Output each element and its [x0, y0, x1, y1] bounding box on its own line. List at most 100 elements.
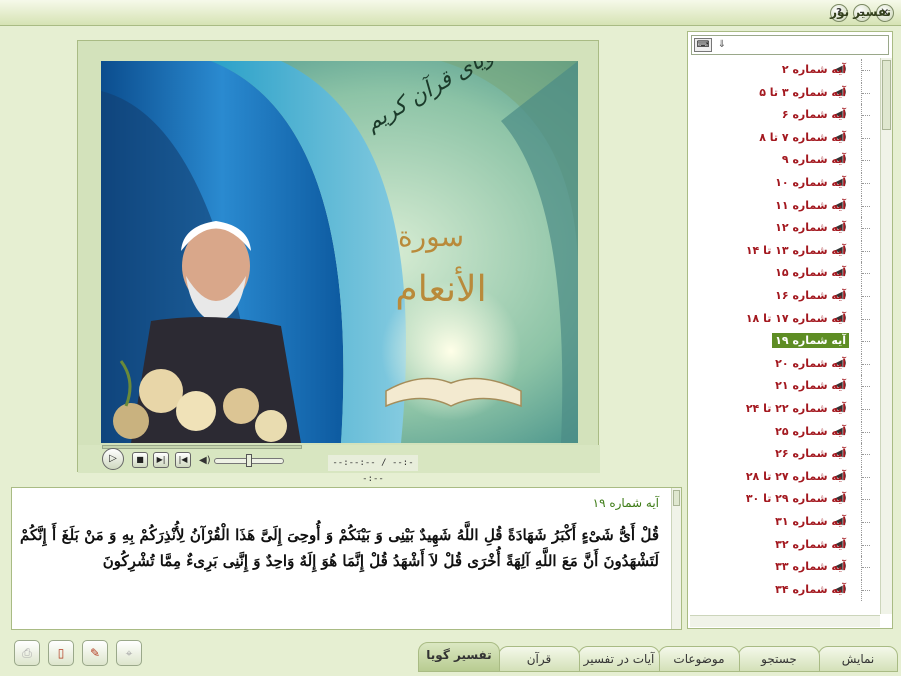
- verse-list-item[interactable]: ◀) آیه شماره ۲۱: [691, 375, 879, 398]
- tree-connector: [861, 465, 879, 488]
- print-button[interactable]: ⎙: [14, 640, 40, 666]
- previous-button[interactable]: |◀: [175, 452, 191, 468]
- tree-connector: [861, 556, 879, 579]
- tree-connector: [861, 59, 879, 81]
- verse-list-item-label: آیه شماره ۳۱: [775, 515, 846, 528]
- verse-list-item[interactable]: ◀) آیه شماره ۲۰: [691, 352, 879, 375]
- verse-list-item[interactable]: ◀) آیه شماره ۲۵: [691, 420, 879, 443]
- tree-connector: [861, 533, 879, 556]
- tree-connector: [861, 488, 879, 511]
- edit-note-button[interactable]: ✎: [82, 640, 108, 666]
- verse-list-item[interactable]: ◀) آیه شماره ۱۵: [691, 262, 879, 285]
- scroll-thumb[interactable]: [673, 490, 680, 506]
- tree-connector: [861, 126, 879, 149]
- verse-list-item[interactable]: ◀) آیه شماره ۳۳: [691, 556, 879, 579]
- tree-connector: [861, 81, 879, 104]
- verse-list-hscrollbar[interactable]: [690, 615, 880, 627]
- surah-name-text: الأنعام: [395, 266, 486, 310]
- next-button[interactable]: ▶|: [153, 452, 169, 468]
- scroll-thumb[interactable]: [882, 60, 891, 130]
- verse-list-item-label: آیه شماره ۲۰: [775, 356, 846, 370]
- media-player: تفسیر گویای قرآن کریم سورة الأنعام ▷ ■ ▶…: [77, 40, 600, 484]
- verse-list-item[interactable]: ◀) آیه شماره ۳۴: [691, 578, 879, 601]
- keyboard-icon[interactable]: ⌨: [694, 38, 712, 52]
- verse-list-item[interactable]: ◀) آیه شماره ۱۰: [691, 172, 879, 194]
- verse-list-item-label: آیه شماره ۲۷ تا ۲۸: [745, 469, 846, 483]
- tree-connector: [861, 149, 879, 172]
- tree-connector: [861, 262, 879, 285]
- verse-list-scrollbar[interactable]: [880, 58, 892, 614]
- verse-list-item-label: آیه شماره ۲۹ تا ۳۰: [745, 492, 846, 506]
- verse-list-item[interactable]: ◀) آیه شماره ۷ تا ۸: [691, 126, 879, 149]
- print-icon: ⎙: [22, 646, 32, 660]
- tab-2[interactable]: جستجو: [738, 646, 820, 672]
- edit-note-icon: ✎: [89, 646, 101, 660]
- verse-list-item[interactable]: ◀) آیه شماره ۳۱: [691, 511, 879, 533]
- verse-list-item[interactable]: ◀) آیه شماره ۱۲: [691, 217, 879, 240]
- verse-list-item[interactable]: ◀) آیه شماره ۲۷ تا ۲۸: [691, 465, 879, 488]
- surah-word-text: سورة: [398, 220, 464, 253]
- seek-bar[interactable]: [102, 445, 302, 449]
- search-input[interactable]: ⌨ ⇓: [691, 35, 889, 55]
- verse-list-item[interactable]: ◀)آیه شماره ۱۹: [691, 330, 879, 353]
- verse-tree: ◀) آیه شماره ۲ ◀) آیه شماره ۳ تا ۵ ◀) آیه شما…: [691, 59, 879, 614]
- stop-icon: ■: [136, 455, 144, 464]
- tab-1[interactable]: نمایش: [818, 646, 898, 672]
- previous-icon: |◀: [178, 455, 188, 464]
- verse-list-item[interactable]: ◀) آیه شماره ۱۶: [691, 285, 879, 307]
- verse-list-item-label: آیه شماره ۱۳ تا ۱۴: [745, 243, 846, 257]
- book-button[interactable]: ▯: [48, 640, 74, 666]
- tree-connector: [861, 307, 879, 330]
- verse-list-item[interactable]: ◀) آیه شماره ۱۷ تا ۱۸: [691, 307, 879, 330]
- next-icon: ▶|: [156, 455, 166, 464]
- verse-list-item[interactable]: ◀) آیه شماره ۳۲: [691, 533, 879, 556]
- verse-list-item-label: آیه شماره ۶: [781, 108, 846, 122]
- verse-title: آیه شماره ۱۹: [592, 496, 659, 510]
- verse-list-item[interactable]: ◀) آیه شماره ۶: [691, 104, 879, 127]
- stop-button[interactable]: ■: [132, 452, 148, 468]
- verse-list-item[interactable]: ◀) آیه شماره ۱۳ تا ۱۴: [691, 239, 879, 262]
- verse-list-item-label: آیه شماره ۳۴: [775, 582, 846, 596]
- volume-icon[interactable]: ◀): [199, 455, 211, 466]
- tab-4[interactable]: آیات در تفسیر: [578, 646, 660, 672]
- chevron-down-icon[interactable]: ⇓: [716, 38, 728, 52]
- tree-connector: [861, 104, 879, 127]
- pin-icon: ⌖: [125, 646, 133, 660]
- tab-3[interactable]: موضوعات: [658, 646, 740, 672]
- volume-thumb[interactable]: [246, 454, 252, 467]
- verse-list-item[interactable]: ◀) آیه شماره ۹: [691, 149, 879, 172]
- verse-list-item[interactable]: ◀) آیه شماره ۲۶: [691, 443, 879, 466]
- verse-list-item[interactable]: ◀) آیه شماره ۲: [691, 59, 879, 81]
- verse-list-pane: ⌨ ⇓ ◀) آیه شماره ۲ ◀) آیه شماره ۳ تا ۵ ◀) آیه…: [687, 31, 893, 629]
- verse-list-item-label: آیه شماره ۱۷ تا ۱۸: [745, 311, 846, 325]
- verse-list-item-label: آیه شماره ۲۱: [775, 379, 846, 393]
- tree-connector: [861, 352, 879, 375]
- book-icon: ▯: [57, 646, 65, 660]
- tab-6[interactable]: تفسیر گویا: [418, 642, 500, 672]
- bottom-bar: ⎙ ▯ ✎ ⌖ نمایش جستجو موضوعات آیات در تفسیر قرآن ت…: [0, 632, 901, 676]
- tab-5[interactable]: قرآن: [498, 646, 580, 672]
- poster-image: تفسیر گویای قرآن کریم سورة الأنعام: [101, 61, 578, 443]
- play-button[interactable]: ▷: [102, 448, 124, 470]
- tree-connector: [861, 398, 879, 420]
- window-title: تفسیر نور: [830, 5, 891, 19]
- video-frame[interactable]: تفسیر گویای قرآن کریم سورة الأنعام: [101, 61, 578, 443]
- verse-list-item[interactable]: ◀) آیه شماره ۳ تا ۵: [691, 81, 879, 104]
- tree-connector: [861, 420, 879, 443]
- title-bar: × – ? تفسیر نور: [0, 0, 901, 26]
- verse-list-item-label: آیه شماره ۲۵: [775, 424, 846, 438]
- verse-list-item-label: آیه شماره ۱۱: [775, 198, 846, 212]
- verse-list-item-label: آیه شماره ۹: [781, 153, 846, 167]
- tree-connector: [861, 285, 879, 307]
- verse-text-scrollbar[interactable]: [671, 488, 681, 629]
- verse-list-item-label: آیه شماره ۳ تا ۵: [759, 85, 846, 99]
- media-controls: ▷ ■ ▶| |◀ ◀) --:--:-- / --:--:--: [78, 445, 600, 484]
- verse-list-item[interactable]: ◀) آیه شماره ۲۹ تا ۳۰: [691, 488, 879, 511]
- tree-connector: [861, 375, 879, 398]
- pin-button[interactable]: ⌖: [116, 640, 142, 666]
- verse-list-item[interactable]: ◀) آیه شماره ۱۱: [691, 194, 879, 217]
- verse-text-pane: آیه شماره ۱۹ قُلْ أَیُّ شَیْءٍ أَکْبَرُ …: [11, 487, 682, 630]
- verse-list-item-label: آیه شماره ۱۲: [775, 221, 846, 235]
- verse-list-item-label: آیه شماره ۲۲ تا ۲۴: [745, 402, 846, 415]
- verse-list-item[interactable]: ◀) آیه شماره ۲۲ تا ۲۴: [691, 398, 879, 420]
